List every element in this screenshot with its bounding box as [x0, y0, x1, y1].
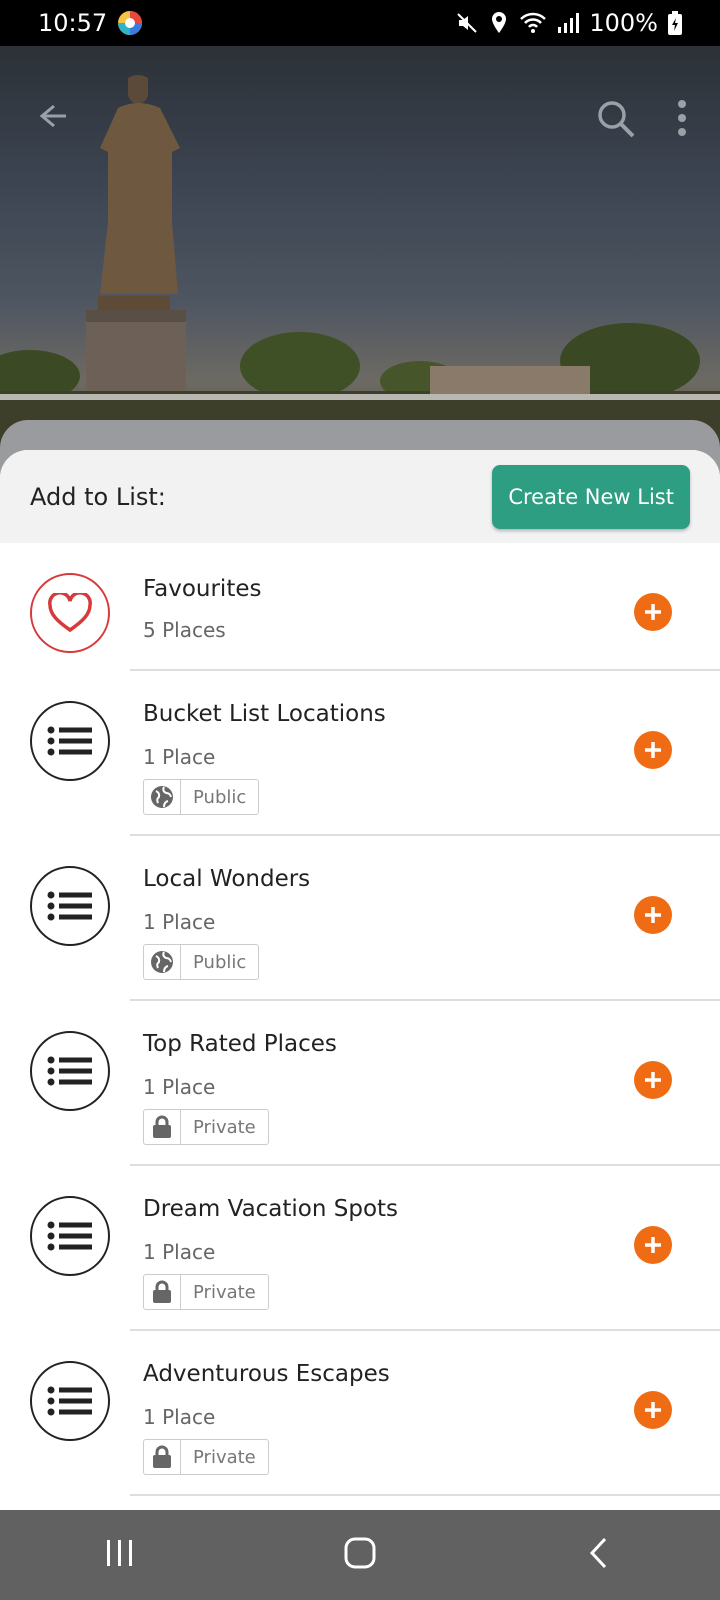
add-to-list-button[interactable]: [634, 1391, 672, 1429]
list-name: Adventurous Escapes: [143, 1361, 390, 1387]
mute-icon: [455, 11, 479, 35]
create-new-list-button[interactable]: Create New List: [492, 464, 690, 529]
add-to-list-button[interactable]: [634, 896, 672, 934]
plus-icon: [645, 1072, 661, 1088]
status-time: 10:57: [38, 9, 108, 37]
plus-icon: [645, 1402, 661, 1418]
system-nav-bar: [0, 1510, 720, 1600]
app-notification-icon: [117, 10, 143, 36]
list-name: Bucket List Locations: [143, 701, 386, 727]
plus-icon: [645, 907, 661, 923]
list-item[interactable]: Bucket List Locations 1 Place Public: [0, 671, 720, 836]
add-to-list-button[interactable]: [634, 593, 672, 631]
visibility-label: Private: [193, 1116, 256, 1138]
visibility-label: Public: [193, 786, 247, 808]
visibility-badge: Private: [143, 1439, 269, 1475]
sheet-title: Add to List:: [30, 482, 166, 511]
visibility-label: Private: [193, 1281, 256, 1303]
place-hero-image: [0, 46, 720, 466]
battery-percent: 100%: [589, 9, 658, 37]
add-to-list-button[interactable]: [634, 731, 672, 769]
divider: [130, 1494, 720, 1496]
list-item[interactable]: Dream Vacation Spots 1 Place Private: [0, 1166, 720, 1331]
status-bar: 10:57 100%: [0, 0, 720, 46]
lock-icon: [144, 1440, 181, 1474]
home-icon: [344, 1537, 376, 1569]
list-icon: [30, 701, 110, 781]
more-vert-icon: [678, 100, 686, 136]
battery-icon: [668, 11, 682, 35]
list-icon: [30, 866, 110, 946]
recent-apps-button[interactable]: [103, 1536, 137, 1574]
add-to-list-sheet: Add to List: Create New List Favourites …: [0, 450, 720, 1510]
list-item[interactable]: Favourites 5 Places: [0, 543, 720, 671]
back-icon: [589, 1537, 607, 1569]
list-item[interactable]: Adventurous Escapes 1 Place Private: [0, 1331, 720, 1496]
lists-container: Favourites 5 Places Bucket List Location…: [0, 543, 720, 1496]
visibility-label: Public: [193, 951, 247, 973]
visibility-badge: Public: [143, 944, 260, 980]
list-count: 5 Places: [143, 618, 226, 642]
plus-icon: [645, 604, 661, 620]
plus-icon: [645, 1237, 661, 1253]
globe-icon: [144, 780, 181, 814]
visibility-badge: Private: [143, 1274, 269, 1310]
search-icon: [598, 101, 635, 138]
back-arrow-icon: [39, 104, 66, 128]
list-name: Local Wonders: [143, 866, 311, 892]
add-to-list-button[interactable]: [634, 1061, 672, 1099]
list-item[interactable]: Top Rated Places 1 Place Private: [0, 1001, 720, 1166]
list-count: 1 Place: [143, 1405, 216, 1429]
heart-icon: [30, 573, 110, 653]
plus-icon: [645, 742, 661, 758]
home-button[interactable]: [343, 1536, 377, 1574]
globe-icon: [144, 945, 181, 979]
lock-icon: [144, 1275, 181, 1309]
signal-icon: [557, 12, 580, 34]
visibility-label: Private: [193, 1446, 256, 1468]
list-name: Dream Vacation Spots: [143, 1196, 399, 1222]
visibility-badge: Public: [143, 779, 260, 815]
list-count: 1 Place: [143, 910, 216, 934]
list-item[interactable]: Local Wonders 1 Place Public: [0, 836, 720, 1001]
visibility-badge: Private: [143, 1109, 269, 1145]
list-icon: [30, 1031, 110, 1111]
list-icon: [30, 1196, 110, 1276]
list-count: 1 Place: [143, 745, 216, 769]
sheet-header: Add to List: Create New List: [0, 450, 720, 543]
nav-back-button[interactable]: [583, 1536, 617, 1574]
recent-apps-icon: [107, 1540, 132, 1566]
lock-icon: [144, 1110, 181, 1144]
list-count: 1 Place: [143, 1075, 216, 1099]
list-icon: [30, 1361, 110, 1441]
wifi-icon: [519, 11, 547, 35]
list-name: Favourites: [143, 576, 262, 602]
list-count: 1 Place: [143, 1240, 216, 1264]
list-name: Top Rated Places: [143, 1031, 337, 1057]
location-icon: [489, 11, 509, 35]
add-to-list-button[interactable]: [634, 1226, 672, 1264]
